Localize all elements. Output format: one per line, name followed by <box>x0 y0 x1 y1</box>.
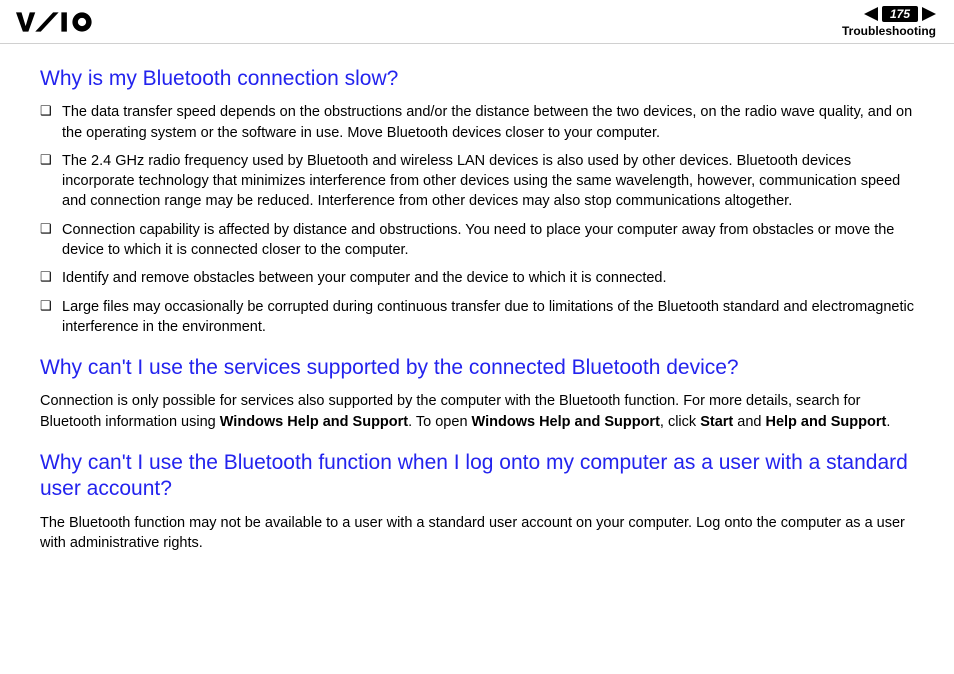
question-heading-2: Why can't I use the services supported b… <box>40 355 914 381</box>
bullet-item: ❑Connection capability is affected by di… <box>40 220 914 261</box>
bullet-mark-icon: ❑ <box>40 220 62 239</box>
bullet-mark-icon: ❑ <box>40 102 62 121</box>
bold-term: Help and Support <box>765 414 886 430</box>
page-header: 175 Troubleshooting <box>0 0 954 44</box>
header-right: 175 Troubleshooting <box>842 6 936 38</box>
bullet-text: Large files may occasionally be corrupte… <box>62 297 914 338</box>
page-nav: 175 <box>864 6 936 22</box>
bold-term: Start <box>700 414 733 430</box>
bullet-item: ❑The data transfer speed depends on the … <box>40 102 914 143</box>
bold-term: Windows Help and Support <box>220 414 408 430</box>
text-run: . <box>886 414 890 430</box>
bullet-item: ❑Identify and remove obstacles between y… <box>40 268 914 288</box>
prev-page-icon[interactable] <box>864 7 878 21</box>
bullet-text: Connection capability is affected by dis… <box>62 220 914 261</box>
bullet-mark-icon: ❑ <box>40 297 62 316</box>
page-number-badge: 175 <box>882 6 918 22</box>
text-run: , click <box>660 414 700 430</box>
bullet-text: Identify and remove obstacles between yo… <box>62 268 914 288</box>
bullet-list-1: ❑The data transfer speed depends on the … <box>40 102 914 337</box>
bullet-text: The 2.4 GHz radio frequency used by Blue… <box>62 151 914 212</box>
text-run: and <box>733 414 765 430</box>
bullet-item: ❑Large files may occasionally be corrupt… <box>40 297 914 338</box>
bullet-item: ❑The 2.4 GHz radio frequency used by Blu… <box>40 151 914 212</box>
text-run: . To open <box>408 414 471 430</box>
next-page-icon[interactable] <box>922 7 936 21</box>
bullet-text: The data transfer speed depends on the o… <box>62 102 914 143</box>
question-heading-1: Why is my Bluetooth connection slow? <box>40 66 914 92</box>
vaio-logo <box>16 11 126 33</box>
paragraph-2: Connection is only possible for services… <box>40 391 914 432</box>
page-content: Why is my Bluetooth connection slow? ❑Th… <box>0 44 954 553</box>
paragraph-3: The Bluetooth function may not be availa… <box>40 513 914 554</box>
question-heading-3: Why can't I use the Bluetooth function w… <box>40 450 914 503</box>
bullet-mark-icon: ❑ <box>40 268 62 287</box>
section-label: Troubleshooting <box>842 24 936 38</box>
bold-term: Windows Help and Support <box>472 414 660 430</box>
bullet-mark-icon: ❑ <box>40 151 62 170</box>
